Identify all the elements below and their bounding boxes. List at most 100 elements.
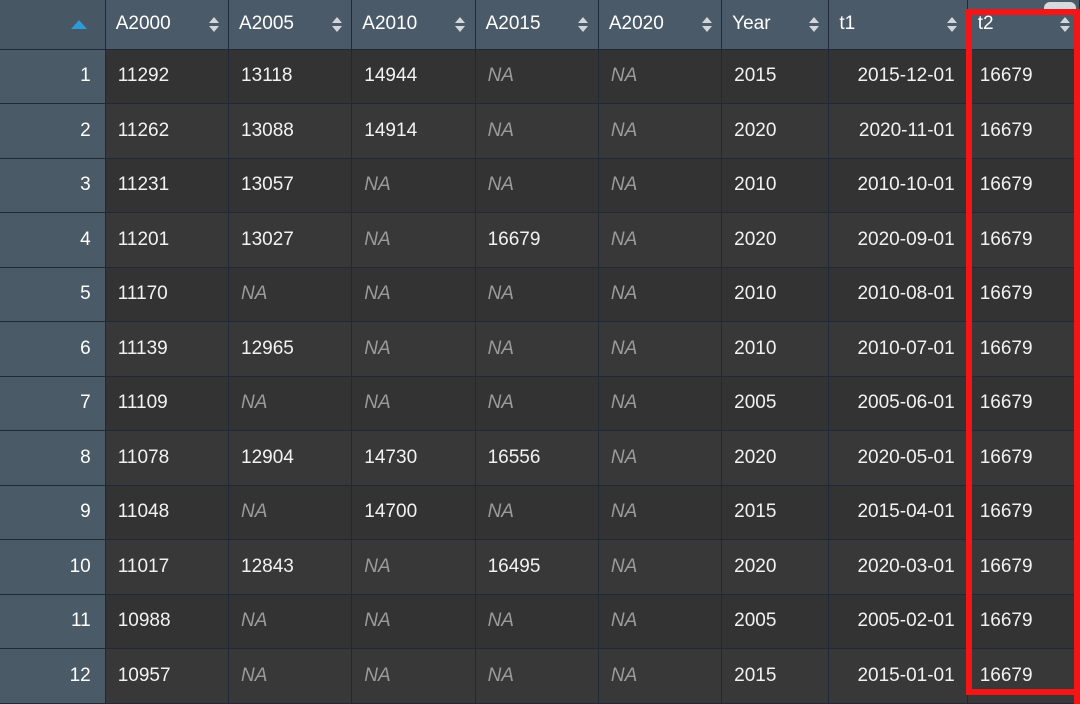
cell-a2010[interactable]: 14914 [351, 103, 476, 159]
cell-a2000[interactable]: 11262 [105, 103, 230, 159]
cell-na[interactable]: NA [475, 49, 599, 104]
cell-na[interactable]: NA [351, 648, 476, 704]
cell-t1[interactable]: 2020-11-01 [828, 103, 968, 159]
cell-year[interactable]: 2010 [721, 321, 830, 377]
row-number-cell[interactable]: 7 [0, 376, 106, 431]
cell-t2[interactable]: 16679 [967, 430, 1080, 486]
table-row[interactable]: 5 11170 NA NA NA NA 2010 2010-08-01 16679 [0, 267, 1080, 322]
cell-a2005[interactable]: 13118 [228, 49, 353, 104]
cell-na[interactable]: NA [598, 594, 723, 649]
table-row[interactable]: 8 11078 12904 14730 16556 NA 2020 2020-05-01 166… [0, 430, 1080, 486]
cell-a2015[interactable]: 16679 [475, 212, 599, 268]
cell-year[interactable]: 2005 [721, 376, 830, 431]
row-number-cell[interactable]: 6 [0, 321, 106, 377]
cell-a2015[interactable]: 16495 [475, 539, 599, 595]
cell-t2[interactable]: 16679 [967, 103, 1080, 159]
cell-a2010[interactable]: 14944 [351, 49, 476, 104]
cell-t1[interactable]: 2020-09-01 [828, 212, 968, 268]
table-row[interactable]: 1 11292 13118 14944 NA NA 2015 2015-12-01 16679 [0, 49, 1080, 104]
cell-a2000[interactable]: 11139 [105, 321, 230, 377]
cell-t2[interactable]: 16679 [967, 267, 1080, 322]
cell-t1[interactable]: 2015-01-01 [828, 648, 968, 704]
table-row[interactable]: 6 11139 12965 NA NA NA 2010 2010-07-01 16679 [0, 321, 1080, 377]
cell-na[interactable]: NA [598, 485, 723, 540]
cell-na[interactable]: NA [475, 376, 599, 431]
sort-updown-icon[interactable] [701, 13, 712, 35]
cell-na[interactable]: NA [475, 158, 599, 213]
cell-na[interactable]: NA [598, 376, 723, 431]
cell-na[interactable]: NA [351, 594, 476, 649]
column-header-a2000[interactable]: A2000 [105, 0, 230, 50]
cell-na[interactable]: NA [598, 648, 723, 704]
row-number-cell[interactable]: 10 [0, 539, 106, 595]
cell-a2000[interactable]: 11078 [105, 430, 230, 486]
sort-updown-icon[interactable] [331, 13, 342, 35]
cell-na[interactable]: NA [598, 430, 723, 486]
cell-na[interactable]: NA [351, 212, 476, 268]
column-header-rownum[interactable] [0, 0, 106, 50]
cell-year[interactable]: 2020 [721, 103, 830, 159]
cell-a2000[interactable]: 11048 [105, 485, 230, 540]
cell-na[interactable]: NA [598, 49, 723, 104]
cell-a2000[interactable]: 10957 [105, 648, 230, 704]
cell-a2005[interactable]: 12843 [228, 539, 353, 595]
cell-na[interactable]: NA [351, 376, 476, 431]
cell-a2005[interactable]: 12965 [228, 321, 353, 377]
cell-a2000[interactable]: 10988 [105, 594, 230, 649]
table-row[interactable]: 4 11201 13027 NA 16679 NA 2020 2020-09-01 16679 [0, 212, 1080, 268]
cell-na[interactable]: NA [598, 539, 723, 595]
row-number-cell[interactable]: 8 [0, 430, 106, 486]
cell-t1[interactable]: 2015-12-01 [828, 49, 968, 104]
column-header-t1[interactable]: t1 [828, 0, 968, 50]
row-number-cell[interactable]: 1 [0, 49, 106, 104]
cell-na[interactable]: NA [351, 267, 476, 322]
vertical-scrollbar-thumb[interactable] [1044, 2, 1076, 14]
row-number-cell[interactable]: 5 [0, 267, 106, 322]
column-header-year[interactable]: Year [721, 0, 830, 50]
cell-year[interactable]: 2015 [721, 648, 830, 704]
cell-a2000[interactable]: 11109 [105, 376, 230, 431]
column-header-a2020[interactable]: A2020 [598, 0, 723, 50]
row-number-cell[interactable]: 12 [0, 648, 106, 704]
cell-na[interactable]: NA [228, 648, 353, 704]
table-row[interactable]: 7 11109 NA NA NA NA 2005 2005-06-01 16679 [0, 376, 1080, 431]
cell-t1[interactable]: 2010-10-01 [828, 158, 968, 213]
sort-updown-icon[interactable] [578, 13, 589, 35]
cell-na[interactable]: NA [228, 376, 353, 431]
table-row[interactable]: 9 11048 NA 14700 NA NA 2015 2015-04-01 16679 [0, 485, 1080, 540]
column-header-a2005[interactable]: A2005 [228, 0, 353, 50]
table-row[interactable]: 11 10988 NA NA NA NA 2005 2005-02-01 16679 [0, 594, 1080, 649]
cell-t2[interactable]: 16679 [967, 376, 1080, 431]
cell-t2[interactable]: 16679 [967, 49, 1080, 104]
sort-updown-icon[interactable] [208, 13, 219, 35]
cell-na[interactable]: NA [228, 267, 353, 322]
cell-na[interactable]: NA [598, 212, 723, 268]
table-row[interactable]: 3 11231 13057 NA NA NA 2010 2010-10-01 16679 [0, 158, 1080, 213]
sort-updown-icon[interactable] [808, 13, 819, 35]
cell-na[interactable]: NA [475, 648, 599, 704]
row-number-cell[interactable]: 3 [0, 158, 106, 213]
cell-year[interactable]: 2015 [721, 49, 830, 104]
cell-na[interactable]: NA [475, 594, 599, 649]
cell-na[interactable]: NA [475, 103, 599, 159]
cell-year[interactable]: 2005 [721, 594, 830, 649]
cell-na[interactable]: NA [228, 594, 353, 649]
cell-na[interactable]: NA [475, 267, 599, 322]
cell-na[interactable]: NA [228, 485, 353, 540]
cell-t1[interactable]: 2005-06-01 [828, 376, 968, 431]
cell-a2000[interactable]: 11201 [105, 212, 230, 268]
cell-a2010[interactable]: 14730 [351, 430, 476, 486]
cell-a2000[interactable]: 11017 [105, 539, 230, 595]
cell-year[interactable]: 2020 [721, 430, 830, 486]
cell-na[interactable]: NA [598, 321, 723, 377]
cell-year[interactable]: 2010 [721, 267, 830, 322]
cell-t2[interactable]: 16679 [967, 594, 1080, 649]
cell-na[interactable]: NA [475, 485, 599, 540]
cell-t1[interactable]: 2020-05-01 [828, 430, 968, 486]
cell-na[interactable]: NA [598, 267, 723, 322]
cell-a2000[interactable]: 11170 [105, 267, 230, 322]
cell-na[interactable]: NA [598, 103, 723, 159]
cell-na[interactable]: NA [475, 321, 599, 377]
table-row[interactable]: 10 11017 12843 NA 16495 NA 2020 2020-03-01 16679 [0, 539, 1080, 595]
cell-t1[interactable]: 2020-03-01 [828, 539, 968, 595]
